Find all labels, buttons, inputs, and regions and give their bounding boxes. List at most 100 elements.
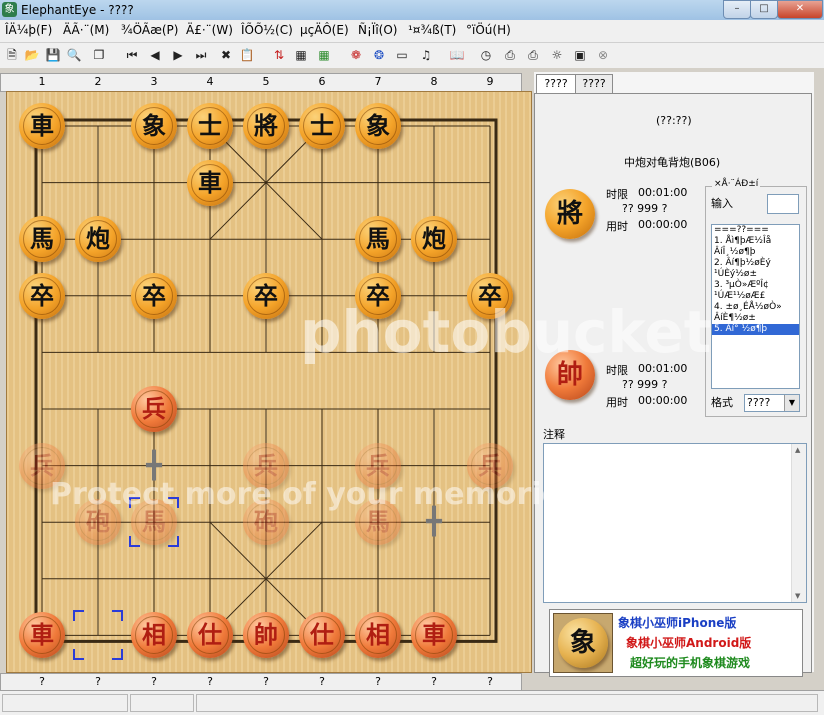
red-piece[interactable]: 馬	[355, 499, 401, 546]
menu-bar: ÎÄ¼þ(F) ÄÃ·¨(M) ¾ÖÃæ(P) Ä£·¨(W) ÎÕÕ½(C) …	[0, 20, 824, 43]
format-select-value: ????	[747, 396, 771, 409]
minimize-button[interactable]: –	[723, 0, 751, 19]
red-piece[interactable]: 兵	[131, 386, 177, 432]
menu-mode[interactable]: Ä£·¨(W)	[186, 23, 233, 37]
menu-computer[interactable]: µçÄÔ(E)	[300, 23, 349, 37]
selection-marker	[129, 497, 179, 548]
chess-board[interactable]: 車象士將士象車馬炮馬炮卒卒卒卒卒兵兵兵兵兵砲馬砲馬車相仕帥仕相車 ╋ ╋	[6, 91, 532, 673]
format-select[interactable]: ???? ▼	[744, 394, 800, 412]
status-cell-3	[196, 694, 818, 712]
black-piece[interactable]: 象	[131, 103, 177, 149]
menu-position[interactable]: ¾ÖÃæ(P)	[121, 23, 178, 37]
selection-corner	[73, 610, 84, 622]
save-icon[interactable]: 💾	[45, 47, 61, 63]
move-list-item[interactable]: ¹ÚÆ¹½øÆ£	[712, 291, 799, 302]
picture-icon[interactable]: ▣	[572, 47, 588, 63]
black-piece[interactable]: 卒	[355, 272, 401, 319]
document-icon[interactable]: 📖	[449, 47, 465, 63]
menu-tools[interactable]: ¹¤¾ß(T)	[408, 23, 456, 37]
open-folder-icon[interactable]: 📂	[24, 47, 40, 63]
clock-icon[interactable]: ◷	[478, 47, 494, 63]
black-piece[interactable]: 將	[243, 103, 289, 149]
move-list-item[interactable]: ÂíÎ¸½ø¶þ	[712, 247, 799, 258]
next-move-icon[interactable]: ▶	[170, 47, 186, 63]
red-time-used: 00:00:00	[638, 394, 688, 407]
close-circle-icon[interactable]: ⊗	[595, 47, 611, 63]
move-list-item[interactable]: 2. Âí¶þ½øÈý	[712, 258, 799, 269]
edit-board-icon[interactable]: ▦	[293, 47, 309, 63]
black-piece[interactable]: 卒	[243, 272, 289, 319]
menu-battle[interactable]: ÎÕÕ½(C)	[241, 23, 293, 37]
chevron-down-icon[interactable]: ▼	[784, 395, 799, 411]
move-list-item[interactable]: 5. Âí° ½ø¶þ	[712, 324, 799, 335]
prev-move-icon[interactable]: ◀	[147, 47, 163, 63]
flip-board-icon[interactable]: ⇅	[271, 47, 287, 63]
tab-game-info[interactable]: ????	[536, 74, 576, 94]
black-moves-line: ?? 999 ?	[622, 202, 668, 215]
black-piece[interactable]: 士	[299, 103, 345, 149]
notes-scrollbar[interactable]: ▲ ▼	[791, 444, 806, 602]
move-list-item[interactable]: 3. ³µÒ»ÆºÎ¢	[712, 280, 799, 291]
close-button[interactable]: ✕	[777, 0, 823, 19]
menu-file[interactable]: ÎÄ¼þ(F)	[5, 23, 52, 37]
menu-options[interactable]: Ñ¡Ïî(O)	[358, 23, 397, 37]
black-piece[interactable]: 馬	[355, 216, 401, 263]
black-piece[interactable]: 卒	[19, 272, 65, 319]
red-piece[interactable]: 兵	[243, 442, 289, 489]
black-piece[interactable]: 炮	[411, 216, 457, 263]
move-list-item[interactable]: ===??===	[712, 225, 799, 236]
move-list-item[interactable]: ÂíÈ¶½ø±	[712, 313, 799, 324]
monitor-icon[interactable]: ▭	[394, 47, 410, 63]
first-move-icon[interactable]: ⏮	[124, 47, 140, 63]
black-piece[interactable]: 車	[19, 103, 65, 149]
speaker-icon[interactable]: ♫	[418, 47, 434, 63]
menu-move[interactable]: ÄÃ·¨(M)	[63, 23, 109, 37]
red-piece[interactable]: 砲	[75, 499, 121, 546]
red-piece[interactable]: 砲	[243, 499, 289, 546]
lightbulb-icon[interactable]: ☼	[549, 47, 565, 63]
black-piece[interactable]: 卒	[467, 272, 513, 319]
tab-second[interactable]: ????	[575, 74, 613, 94]
calculator-icon[interactable]: ▦	[316, 47, 332, 63]
menu-help[interactable]: °ïÖú(H)	[466, 23, 511, 37]
last-move-icon[interactable]: ⏭	[193, 47, 209, 63]
column-number-bottom: ?	[263, 675, 269, 688]
compass-icon[interactable]: ❂	[371, 47, 387, 63]
copy-icon[interactable]: ❐	[91, 47, 107, 63]
black-piece[interactable]: 炮	[75, 216, 121, 263]
move-input[interactable]	[767, 194, 799, 214]
printer-icon[interactable]: ⎙	[502, 47, 518, 63]
move-list-item[interactable]: 1. Åì¶þÆ½Îå	[712, 236, 799, 247]
scroll-down-icon[interactable]: ▼	[795, 592, 800, 600]
black-piece[interactable]: 卒	[131, 272, 177, 319]
delete-icon[interactable]: ✖	[218, 47, 234, 63]
print-preview-icon[interactable]: 🔍	[66, 47, 82, 63]
black-time-limit-label: 时限	[606, 188, 628, 201]
move-list[interactable]: ===??=== 1. Åì¶þÆ½Îå ÂíÎ¸½ø¶þ 2. Âí¶þ½øÈý …	[711, 224, 800, 389]
black-piece[interactable]: 車	[187, 159, 233, 206]
color-wheel-icon[interactable]: ❁	[348, 47, 364, 63]
notes-textarea[interactable]: ▲ ▼	[543, 443, 807, 603]
printer2-icon[interactable]: ⎙	[525, 47, 541, 63]
column-number-top: 7	[374, 75, 382, 88]
scroll-up-icon[interactable]: ▲	[795, 446, 800, 454]
ad-banner[interactable]: 象 象棋小巫师iPhone版 象棋小巫师Android版 超好玩的手机象棋游戏	[549, 609, 803, 677]
selection-corner	[168, 497, 179, 509]
selection-corner	[168, 536, 179, 548]
maximize-button[interactable]: □	[750, 0, 778, 19]
column-number-top: 9	[486, 75, 494, 88]
black-piece[interactable]: 馬	[19, 216, 65, 263]
selection-corner	[112, 649, 123, 661]
red-piece[interactable]: 兵	[467, 442, 513, 489]
red-piece[interactable]: 兵	[19, 442, 65, 489]
black-piece[interactable]: 象	[355, 103, 401, 149]
move-list-item[interactable]: 4. ±ø¸ÉÅ½øÒ»	[712, 302, 799, 313]
black-piece[interactable]: 士	[187, 103, 233, 149]
toolbar: 🗎 📂 💾 🔍 ❐ ⏮ ◀ ▶ ⏭ ✖ 📋 ⇅ ▦ ▦ ❁ ❂ ▭ ♫ 📖 ◷ …	[0, 43, 824, 68]
input-label: 输入	[711, 197, 733, 210]
paste-icon[interactable]: 📋	[239, 47, 255, 63]
red-piece[interactable]: 兵	[355, 442, 401, 489]
move-list-item[interactable]: ¹ÚÈý½ø±	[712, 269, 799, 280]
column-number-bottom: ?	[207, 675, 213, 688]
new-file-icon[interactable]: 🗎	[4, 47, 20, 63]
